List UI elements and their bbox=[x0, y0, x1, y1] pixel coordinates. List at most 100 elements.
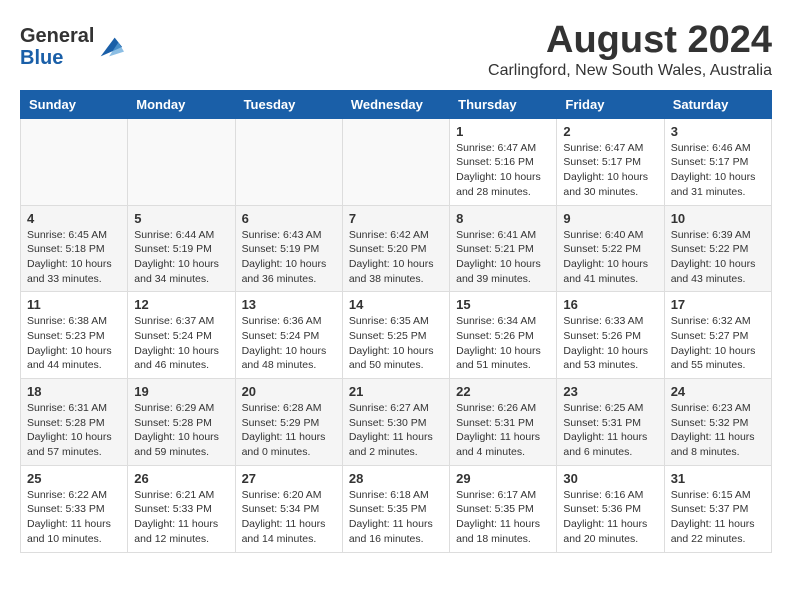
day-info: Sunrise: 6:20 AM Sunset: 5:34 PM Dayligh… bbox=[242, 488, 336, 547]
weekday-header-monday: Monday bbox=[128, 90, 235, 118]
calendar-cell: 27 Sunrise: 6:20 AM Sunset: 5:34 PM Dayli… bbox=[235, 465, 342, 552]
weekday-header-tuesday: Tuesday bbox=[235, 90, 342, 118]
day-info: Sunrise: 6:47 AM Sunset: 5:17 PM Dayligh… bbox=[563, 141, 657, 200]
calendar-cell: 20 Sunrise: 6:28 AM Sunset: 5:29 PM Dayli… bbox=[235, 379, 342, 466]
day-info: Sunrise: 6:41 AM Sunset: 5:21 PM Dayligh… bbox=[456, 228, 550, 287]
day-number: 16 bbox=[563, 297, 657, 312]
calendar-table: SundayMondayTuesdayWednesdayThursdayFrid… bbox=[20, 90, 772, 553]
day-number: 23 bbox=[563, 384, 657, 399]
day-info: Sunrise: 6:21 AM Sunset: 5:33 PM Dayligh… bbox=[134, 488, 228, 547]
day-info: Sunrise: 6:40 AM Sunset: 5:22 PM Dayligh… bbox=[563, 228, 657, 287]
logo: General Blue bbox=[20, 25, 124, 69]
day-info: Sunrise: 6:43 AM Sunset: 5:19 PM Dayligh… bbox=[242, 228, 336, 287]
day-info: Sunrise: 6:47 AM Sunset: 5:16 PM Dayligh… bbox=[456, 141, 550, 200]
day-info: Sunrise: 6:23 AM Sunset: 5:32 PM Dayligh… bbox=[671, 401, 765, 460]
day-info: Sunrise: 6:16 AM Sunset: 5:36 PM Dayligh… bbox=[563, 488, 657, 547]
day-info: Sunrise: 6:27 AM Sunset: 5:30 PM Dayligh… bbox=[349, 401, 443, 460]
day-info: Sunrise: 6:33 AM Sunset: 5:26 PM Dayligh… bbox=[563, 314, 657, 373]
day-number: 14 bbox=[349, 297, 443, 312]
day-number: 28 bbox=[349, 471, 443, 486]
calendar-cell: 19 Sunrise: 6:29 AM Sunset: 5:28 PM Dayli… bbox=[128, 379, 235, 466]
day-number: 18 bbox=[27, 384, 121, 399]
calendar-cell: 1 Sunrise: 6:47 AM Sunset: 5:16 PM Daylig… bbox=[450, 118, 557, 205]
calendar-week-row: 11 Sunrise: 6:38 AM Sunset: 5:23 PM Dayli… bbox=[21, 292, 772, 379]
day-number: 31 bbox=[671, 471, 765, 486]
day-number: 1 bbox=[456, 124, 550, 139]
calendar-cell: 28 Sunrise: 6:18 AM Sunset: 5:35 PM Dayli… bbox=[342, 465, 449, 552]
day-number: 13 bbox=[242, 297, 336, 312]
calendar-cell: 13 Sunrise: 6:36 AM Sunset: 5:24 PM Dayli… bbox=[235, 292, 342, 379]
logo-general-text: General bbox=[20, 25, 94, 47]
calendar-cell: 24 Sunrise: 6:23 AM Sunset: 5:32 PM Dayli… bbox=[664, 379, 771, 466]
day-number: 21 bbox=[349, 384, 443, 399]
calendar-cell: 31 Sunrise: 6:15 AM Sunset: 5:37 PM Dayli… bbox=[664, 465, 771, 552]
weekday-header-saturday: Saturday bbox=[664, 90, 771, 118]
day-number: 22 bbox=[456, 384, 550, 399]
location-subtitle: Carlingford, New South Wales, Australia bbox=[488, 62, 772, 80]
day-number: 12 bbox=[134, 297, 228, 312]
day-info: Sunrise: 6:18 AM Sunset: 5:35 PM Dayligh… bbox=[349, 488, 443, 547]
calendar-cell: 14 Sunrise: 6:35 AM Sunset: 5:25 PM Dayli… bbox=[342, 292, 449, 379]
page-header: General Blue August 2024 Carlingford, Ne… bbox=[20, 20, 772, 80]
calendar-cell: 22 Sunrise: 6:26 AM Sunset: 5:31 PM Dayli… bbox=[450, 379, 557, 466]
calendar-cell: 29Sunrise: 6:17 AM Sunset: 5:35 PM Dayli… bbox=[450, 465, 557, 552]
calendar-cell: 15Sunrise: 6:34 AM Sunset: 5:26 PM Dayli… bbox=[450, 292, 557, 379]
calendar-cell: 17Sunrise: 6:32 AM Sunset: 5:27 PM Dayli… bbox=[664, 292, 771, 379]
weekday-header-thursday: Thursday bbox=[450, 90, 557, 118]
day-info: Sunrise: 6:22 AM Sunset: 5:33 PM Dayligh… bbox=[27, 488, 121, 547]
day-number: 26 bbox=[134, 471, 228, 486]
day-info: Sunrise: 6:38 AM Sunset: 5:23 PM Dayligh… bbox=[27, 314, 121, 373]
day-info: Sunrise: 6:42 AM Sunset: 5:20 PM Dayligh… bbox=[349, 228, 443, 287]
month-year-title: August 2024 bbox=[488, 20, 772, 62]
calendar-cell: 5Sunrise: 6:44 AM Sunset: 5:19 PM Daylig… bbox=[128, 205, 235, 292]
day-info: Sunrise: 6:44 AM Sunset: 5:19 PM Dayligh… bbox=[134, 228, 228, 287]
day-number: 3 bbox=[671, 124, 765, 139]
day-info: Sunrise: 6:31 AM Sunset: 5:28 PM Dayligh… bbox=[27, 401, 121, 460]
day-info: Sunrise: 6:39 AM Sunset: 5:22 PM Dayligh… bbox=[671, 228, 765, 287]
calendar-cell: 16 Sunrise: 6:33 AM Sunset: 5:26 PM Dayli… bbox=[557, 292, 664, 379]
calendar-week-row: 1 Sunrise: 6:47 AM Sunset: 5:16 PM Daylig… bbox=[21, 118, 772, 205]
calendar-cell: 21 Sunrise: 6:27 AM Sunset: 5:30 PM Dayli… bbox=[342, 379, 449, 466]
calendar-cell: 2Sunrise: 6:47 AM Sunset: 5:17 PM Daylig… bbox=[557, 118, 664, 205]
day-info: Sunrise: 6:46 AM Sunset: 5:17 PM Dayligh… bbox=[671, 141, 765, 200]
calendar-header-row: SundayMondayTuesdayWednesdayThursdayFrid… bbox=[21, 90, 772, 118]
weekday-header-friday: Friday bbox=[557, 90, 664, 118]
calendar-cell: 11 Sunrise: 6:38 AM Sunset: 5:23 PM Dayli… bbox=[21, 292, 128, 379]
weekday-header-wednesday: Wednesday bbox=[342, 90, 449, 118]
logo-icon bbox=[96, 33, 124, 61]
day-number: 30 bbox=[563, 471, 657, 486]
calendar-cell: 10Sunrise: 6:39 AM Sunset: 5:22 PM Dayli… bbox=[664, 205, 771, 292]
calendar-cell: 25Sunrise: 6:22 AM Sunset: 5:33 PM Dayli… bbox=[21, 465, 128, 552]
day-number: 27 bbox=[242, 471, 336, 486]
day-info: Sunrise: 6:26 AM Sunset: 5:31 PM Dayligh… bbox=[456, 401, 550, 460]
day-info: Sunrise: 6:25 AM Sunset: 5:31 PM Dayligh… bbox=[563, 401, 657, 460]
calendar-cell: 8 Sunrise: 6:41 AM Sunset: 5:21 PM Daylig… bbox=[450, 205, 557, 292]
calendar-cell: 18 Sunrise: 6:31 AM Sunset: 5:28 PM Dayli… bbox=[21, 379, 128, 466]
calendar-cell: 12 Sunrise: 6:37 AM Sunset: 5:24 PM Dayli… bbox=[128, 292, 235, 379]
day-info: Sunrise: 6:45 AM Sunset: 5:18 PM Dayligh… bbox=[27, 228, 121, 287]
calendar-cell: 9Sunrise: 6:40 AM Sunset: 5:22 PM Daylig… bbox=[557, 205, 664, 292]
day-number: 6 bbox=[242, 211, 336, 226]
day-number: 29 bbox=[456, 471, 550, 486]
logo-blue-text: Blue bbox=[20, 47, 63, 69]
day-number: 8 bbox=[456, 211, 550, 226]
calendar-cell bbox=[342, 118, 449, 205]
day-info: Sunrise: 6:35 AM Sunset: 5:25 PM Dayligh… bbox=[349, 314, 443, 373]
day-info: Sunrise: 6:37 AM Sunset: 5:24 PM Dayligh… bbox=[134, 314, 228, 373]
day-number: 11 bbox=[27, 297, 121, 312]
day-info: Sunrise: 6:29 AM Sunset: 5:28 PM Dayligh… bbox=[134, 401, 228, 460]
day-number: 19 bbox=[134, 384, 228, 399]
day-number: 15 bbox=[456, 297, 550, 312]
day-number: 20 bbox=[242, 384, 336, 399]
calendar-week-row: 25Sunrise: 6:22 AM Sunset: 5:33 PM Dayli… bbox=[21, 465, 772, 552]
calendar-cell: 26 Sunrise: 6:21 AM Sunset: 5:33 PM Dayli… bbox=[128, 465, 235, 552]
calendar-cell: 30 Sunrise: 6:16 AM Sunset: 5:36 PM Dayli… bbox=[557, 465, 664, 552]
day-number: 24 bbox=[671, 384, 765, 399]
day-info: Sunrise: 6:28 AM Sunset: 5:29 PM Dayligh… bbox=[242, 401, 336, 460]
day-info: Sunrise: 6:15 AM Sunset: 5:37 PM Dayligh… bbox=[671, 488, 765, 547]
day-number: 7 bbox=[349, 211, 443, 226]
day-info: Sunrise: 6:36 AM Sunset: 5:24 PM Dayligh… bbox=[242, 314, 336, 373]
calendar-cell: 6 Sunrise: 6:43 AM Sunset: 5:19 PM Daylig… bbox=[235, 205, 342, 292]
calendar-cell: 7 Sunrise: 6:42 AM Sunset: 5:20 PM Daylig… bbox=[342, 205, 449, 292]
day-info: Sunrise: 6:32 AM Sunset: 5:27 PM Dayligh… bbox=[671, 314, 765, 373]
